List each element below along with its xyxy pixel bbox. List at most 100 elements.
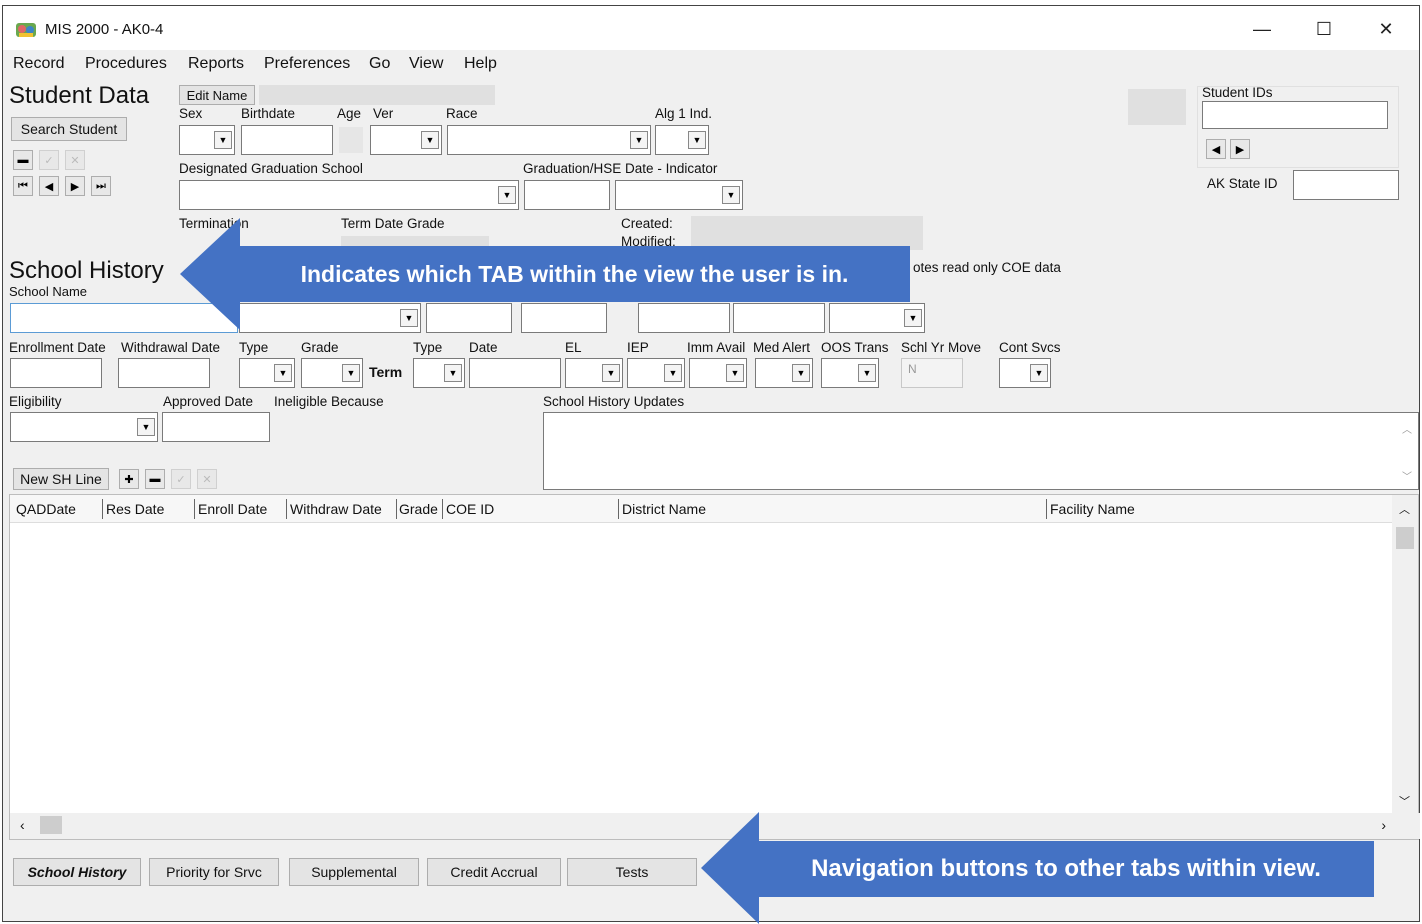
menu-go[interactable]: Go [369,55,390,73]
school-field-4[interactable] [733,303,825,333]
alg1-label: Alg 1 Ind. [655,106,713,121]
scroll-down-icon[interactable]: ﹀ [1402,468,1412,483]
enrollment-date-field[interactable] [10,358,102,388]
cancel-line-icon[interactable]: ✕ [197,469,217,489]
el-label: EL [565,340,582,355]
add-icon[interactable]: ✚ [119,469,139,489]
search-student-button[interactable]: Search Student [11,117,127,141]
birthdate-field[interactable] [241,125,333,155]
grad-indicator-select[interactable]: ▼ [615,180,743,210]
med-alert-select[interactable]: ▼ [755,358,813,388]
chevron-down-icon: ▼ [421,131,439,149]
col-coe-id[interactable]: COE ID [446,501,494,517]
school-field-1[interactable] [426,303,512,333]
col-divider[interactable] [396,499,397,519]
col-facility-name[interactable]: Facility Name [1050,501,1135,517]
grad-school-label: Designated Graduation School [179,161,363,176]
school-field-3[interactable] [638,303,730,333]
withdrawal-date-field[interactable] [118,358,210,388]
grad-school-select[interactable]: ▼ [179,180,519,210]
imm-avail-select[interactable]: ▼ [689,358,747,388]
new-sh-line-button[interactable]: New SH Line [13,468,109,490]
col-qaddate[interactable]: QADDate [16,501,76,517]
school-select-2[interactable]: ▼ [829,303,925,333]
chevron-down-icon: ▼ [342,364,360,382]
col-withdraw-date[interactable]: Withdraw Date [290,501,382,517]
next-record-icon[interactable]: ▶ [65,176,85,196]
updates-textarea[interactable]: ︿ ﹀ [543,412,1419,490]
alg1-select[interactable]: ▼ [655,125,709,155]
grad-date-field[interactable] [524,180,610,210]
col-enroll-date[interactable]: Enroll Date [198,501,267,517]
term-type-select[interactable]: ▼ [413,358,465,388]
age-display [339,127,363,153]
minimize-button[interactable]: — [1239,14,1285,44]
ak-state-id-field[interactable] [1293,170,1399,200]
scroll-thumb[interactable] [40,816,62,834]
col-divider[interactable] [194,499,195,519]
school-name-select[interactable]: ▼ [239,303,421,333]
edit-name-button[interactable]: Edit Name [179,85,255,105]
school-history-heading: School History [9,257,164,284]
scroll-down-icon[interactable]: ﹀ [1399,793,1410,809]
school-field-2[interactable] [521,303,607,333]
remove-line-icon[interactable]: ▬ [145,469,165,489]
chevron-down-icon: ▼ [214,131,232,149]
col-divider[interactable] [442,499,443,519]
vertical-scrollbar[interactable]: ︿ ﹀ [1392,495,1418,813]
sex-select[interactable]: ▼ [179,125,235,155]
tab-priority-for-srvc[interactable]: Priority for Srvc [149,858,279,886]
grid-header: QADDate Res Date Enroll Date Withdraw Da… [10,495,1393,523]
schl-yr-move-label: Schl Yr Move [901,340,982,355]
col-res-date[interactable]: Res Date [106,501,164,517]
grad-date-label: Graduation/HSE Date - Indicator [523,161,718,176]
grade-select[interactable]: ▼ [301,358,363,388]
close-button[interactable]: ✕ [1363,14,1409,44]
type-select[interactable]: ▼ [239,358,295,388]
col-divider[interactable] [618,499,619,519]
menu-procedures[interactable]: Procedures [85,55,167,73]
previous-record-icon[interactable]: ◀ [39,176,59,196]
confirm-icon[interactable]: ✓ [39,150,59,170]
remove-icon[interactable]: ▬ [13,150,33,170]
iep-select[interactable]: ▼ [627,358,685,388]
cont-svcs-select[interactable]: ▼ [999,358,1051,388]
col-grade[interactable]: Grade [399,501,438,517]
menu-reports[interactable]: Reports [188,55,244,73]
confirm-line-icon[interactable]: ✓ [171,469,191,489]
cancel-icon[interactable]: ✕ [65,150,85,170]
ver-select[interactable]: ▼ [370,125,442,155]
menu-view[interactable]: View [409,55,443,73]
col-district-name[interactable]: District Name [622,501,706,517]
first-record-icon[interactable]: ⏮ [13,176,33,196]
maximize-button[interactable]: ☐ [1301,14,1347,44]
scroll-thumb[interactable] [1396,527,1414,549]
approved-date-field[interactable] [162,412,270,442]
term-date-field[interactable] [469,358,561,388]
date-label: Date [469,340,498,355]
next-id-icon[interactable]: ▶ [1230,139,1250,159]
menu-record[interactable]: Record [13,55,65,73]
menu-preferences[interactable]: Preferences [264,55,350,73]
grade-label: Grade [301,340,339,355]
oos-trans-select[interactable]: ▼ [821,358,879,388]
col-divider[interactable] [286,499,287,519]
col-divider[interactable] [102,499,103,519]
scroll-up-icon[interactable]: ︿ [1399,501,1410,517]
el-select[interactable]: ▼ [565,358,623,388]
last-record-icon[interactable]: ⏭ [91,176,111,196]
scroll-up-icon[interactable]: ︿ [1402,421,1412,436]
race-select[interactable]: ▼ [447,125,651,155]
school-history-grid[interactable]: QADDate Res Date Enroll Date Withdraw Da… [9,494,1420,840]
scroll-right-icon[interactable]: › [1381,817,1386,833]
previous-id-icon[interactable]: ◀ [1206,139,1226,159]
student-ids-field[interactable] [1202,101,1388,129]
tab-tests[interactable]: Tests [567,858,697,886]
tab-school-history[interactable]: School History [13,858,141,886]
tab-credit-accrual[interactable]: Credit Accrual [427,858,561,886]
menu-help[interactable]: Help [464,55,497,73]
scroll-left-icon[interactable]: ‹ [20,817,25,833]
tab-supplemental[interactable]: Supplemental [289,858,419,886]
col-divider[interactable] [1046,499,1047,519]
eligibility-select[interactable]: ▼ [10,412,158,442]
